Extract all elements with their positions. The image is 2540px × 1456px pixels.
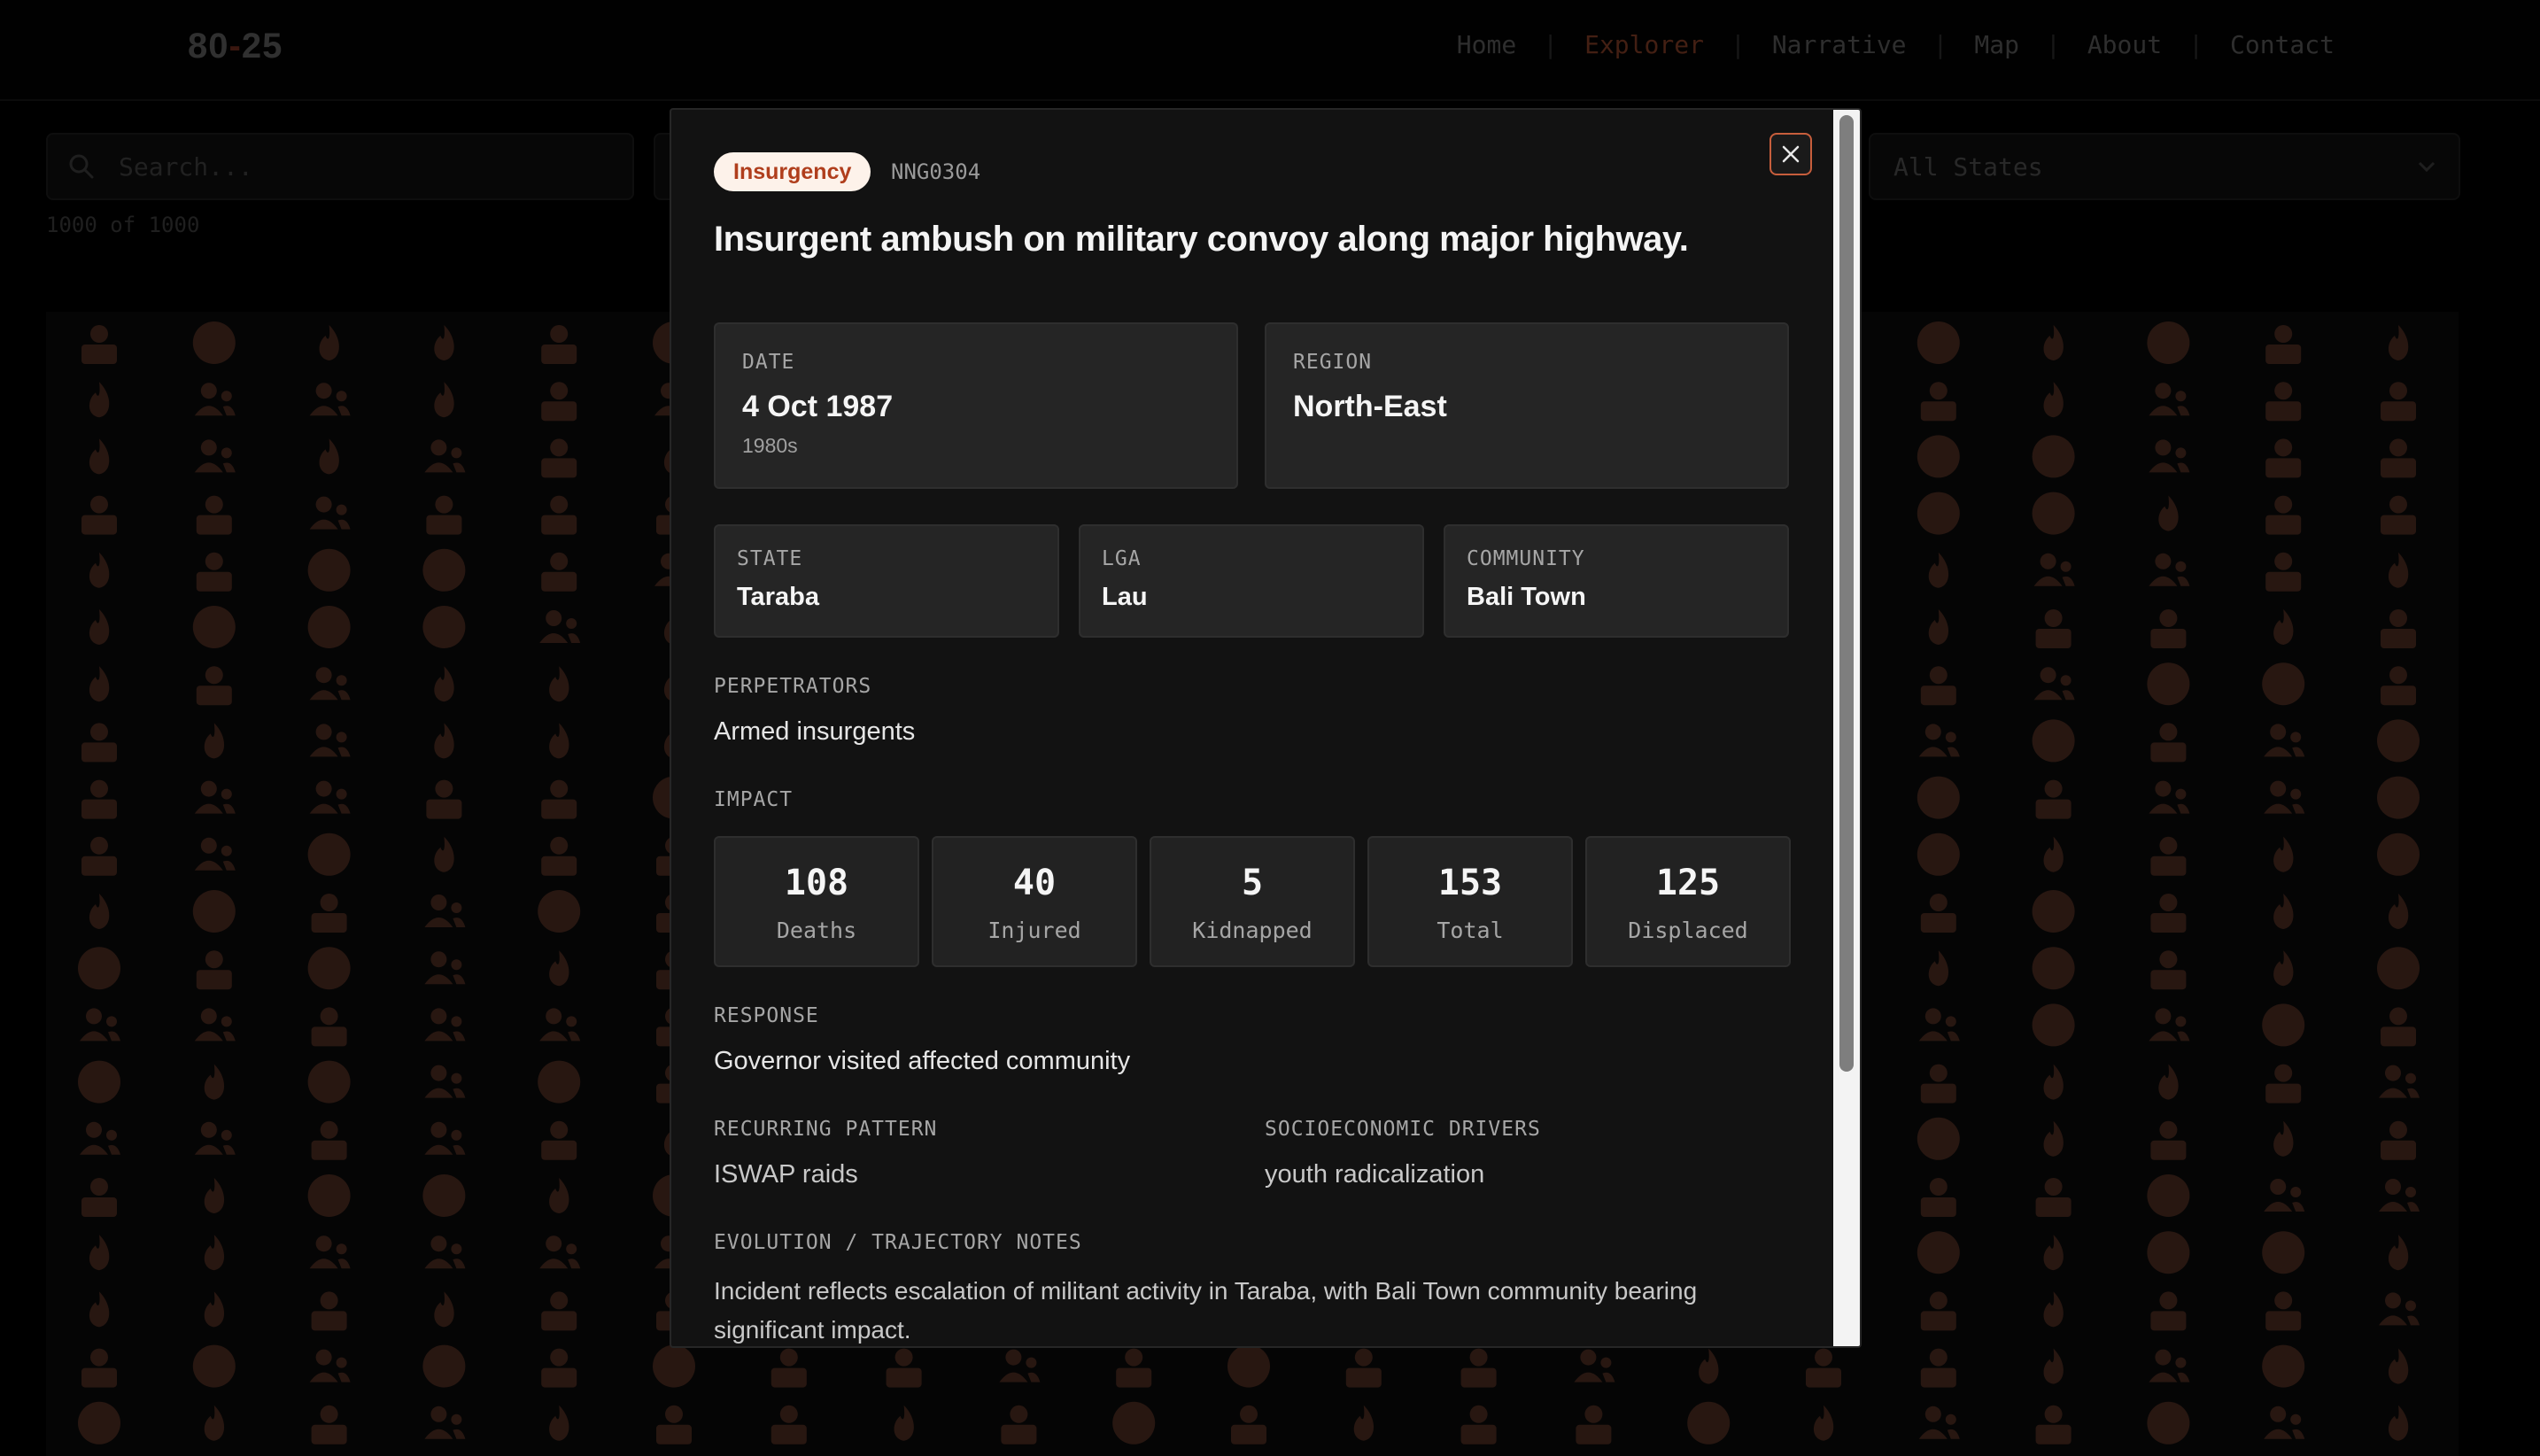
incident-detail-modal: Insurgency NNG0304 Insurgent ambush on m… (670, 108, 1862, 1348)
stat-kidnapped: 5 Kidnapped (1150, 836, 1355, 967)
region-value: North-East (1293, 390, 1447, 423)
community-card: COMMUNITY Bali Town (1444, 524, 1789, 638)
recurring-label: RECURRING PATTERN (714, 1118, 938, 1141)
modal-content: Insurgency NNG0304 Insurgent ambush on m… (671, 110, 1833, 1346)
stat-injured: 40 Injured (932, 836, 1137, 967)
category-badge: Insurgency (714, 152, 871, 191)
stat-caption: Total (1436, 918, 1504, 943)
region-label: REGION (1293, 351, 1373, 374)
close-button[interactable] (1769, 133, 1812, 175)
response-label: RESPONSE (714, 1004, 819, 1027)
state-card: STATE Taraba (714, 524, 1059, 638)
lga-label: LGA (1102, 547, 1142, 570)
community-value: Bali Town (1467, 583, 1586, 611)
region-card: REGION North-East (1265, 322, 1789, 489)
state-label: STATE (737, 547, 803, 570)
lga-card: LGA Lau (1079, 524, 1424, 638)
decade-value: 1980s (742, 434, 798, 457)
modal-scrollbar[interactable] (1833, 110, 1860, 1346)
stat-value: 40 (1012, 863, 1057, 903)
stat-displaced: 125 Displaced (1585, 836, 1791, 967)
stat-value: 108 (784, 863, 849, 903)
date-value: 4 Oct 1987 (742, 390, 894, 423)
perpetrators-value: Armed insurgents (714, 717, 916, 746)
impact-label: IMPACT (714, 788, 794, 811)
community-label: COMMUNITY (1467, 547, 1585, 570)
notes-value: Incident reflects escalation of militant… (714, 1277, 1698, 1344)
stat-caption: Injured (987, 918, 1081, 943)
response-value: Governor visited affected community (714, 1047, 1131, 1075)
recurring-value: ISWAP raids (714, 1160, 858, 1189)
stat-caption: Deaths (776, 918, 857, 943)
stat-deaths: 108 Deaths (714, 836, 919, 967)
stat-value: 125 (1655, 863, 1721, 903)
lga-value: Lau (1102, 583, 1148, 611)
drivers-value: youth radicalization (1265, 1160, 1485, 1189)
date-label: DATE (742, 351, 795, 374)
incident-id: NNG0304 (891, 159, 981, 184)
incident-title: Insurgent ambush on military convoy alon… (714, 220, 1689, 259)
stat-value: 153 (1437, 863, 1503, 903)
stat-caption: Kidnapped (1192, 918, 1313, 943)
drivers-label: SOCIOECONOMIC DRIVERS (1265, 1118, 1541, 1141)
date-card: DATE 4 Oct 1987 1980s (714, 322, 1238, 489)
perpetrators-label: PERPETRATORS (714, 675, 872, 698)
stat-value: 5 (1241, 863, 1264, 903)
state-value: Taraba (737, 583, 819, 611)
stat-caption: Displaced (1628, 918, 1748, 943)
scrollbar-thumb[interactable] (1839, 115, 1854, 1072)
notes-label: EVOLUTION / TRAJECTORY NOTES (714, 1231, 1082, 1254)
stat-total: 153 Total (1367, 836, 1573, 967)
close-icon (1782, 145, 1800, 163)
